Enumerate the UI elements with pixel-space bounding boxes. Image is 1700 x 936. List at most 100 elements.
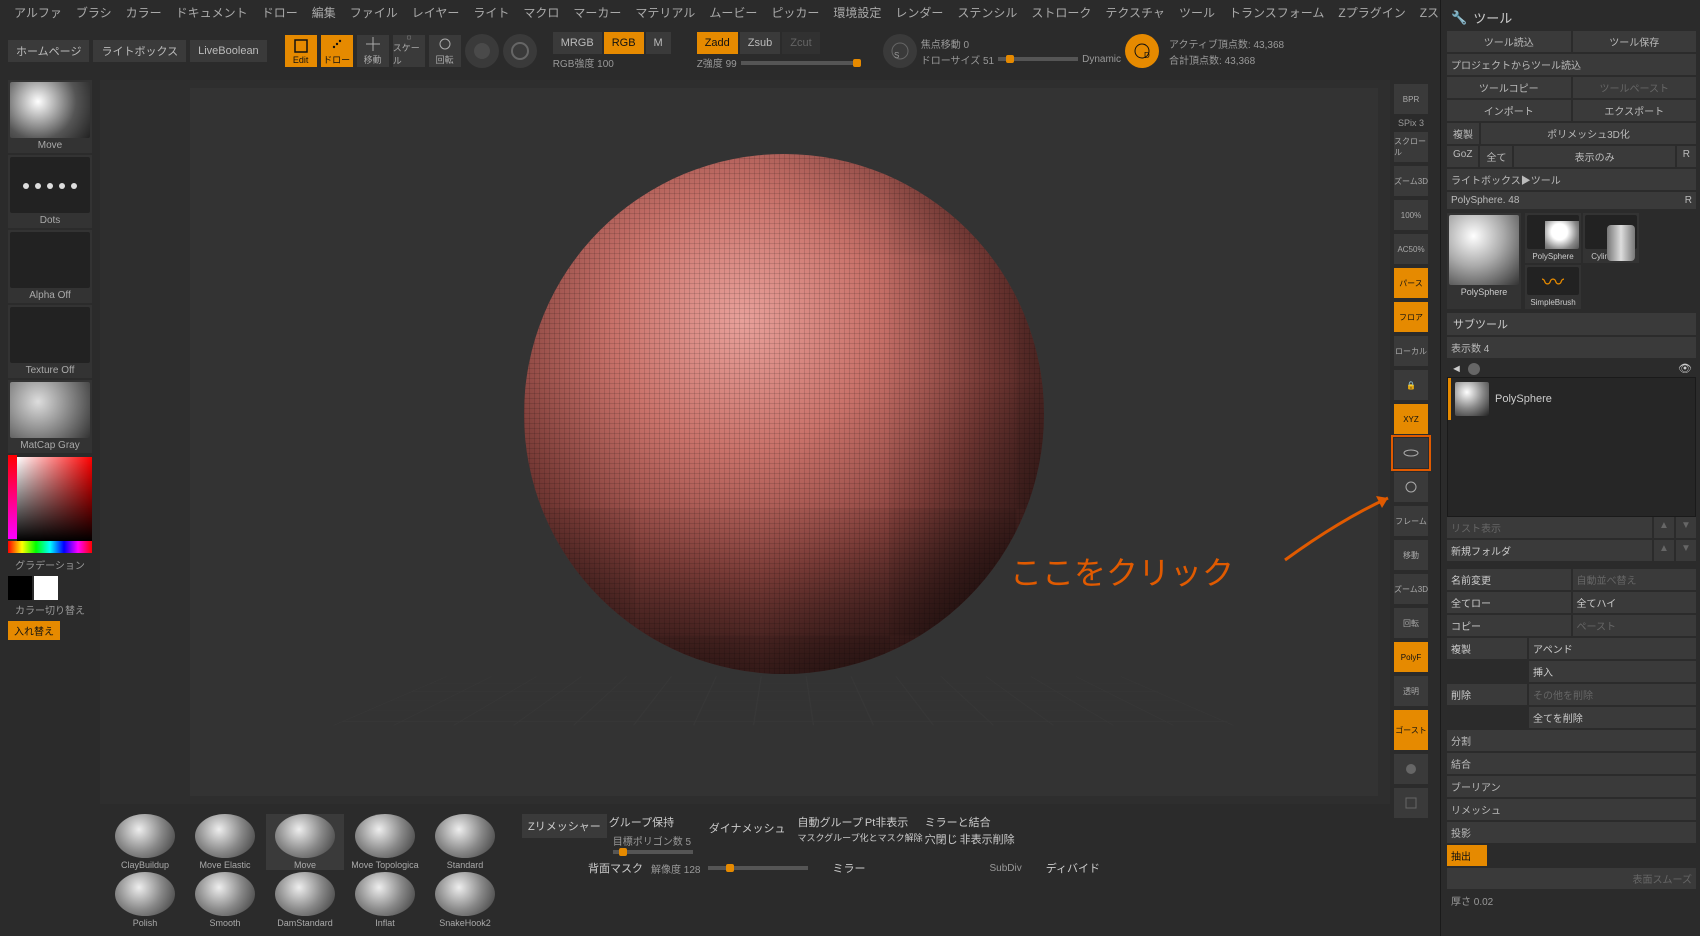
resolution-slider[interactable] [708, 866, 808, 870]
rotate-z-axis-button[interactable] [1394, 472, 1428, 502]
perspective-button[interactable]: パース [1394, 268, 1428, 298]
menu-brush[interactable]: ブラシ [70, 2, 118, 23]
menu-document[interactable]: ドキュメント [170, 2, 254, 23]
stroke-tile[interactable]: Dots [8, 155, 92, 228]
mirror-weld-button[interactable]: ミラーと結合 [925, 814, 1015, 830]
focal-value[interactable]: 0 [964, 40, 970, 51]
target-poly-slider[interactable] [613, 850, 693, 854]
viewport[interactable] [100, 80, 1390, 804]
visible-count-value[interactable]: 4 [1484, 344, 1490, 355]
scroll-button[interactable]: スクロール [1394, 132, 1428, 162]
target-poly-value[interactable]: 5 [686, 837, 692, 848]
tool-polysphere-small[interactable]: PolySphere [1525, 213, 1581, 263]
menu-light[interactable]: ライト [467, 2, 515, 23]
brush-move[interactable]: Move [266, 814, 344, 870]
rotate-y-axis-button[interactable] [1394, 438, 1428, 468]
brush-smooth[interactable]: Smooth [186, 872, 264, 928]
rgb-intensity-value[interactable]: 100 [597, 59, 614, 70]
paste-button[interactable]: ペースト [1573, 615, 1697, 636]
tool-polysphere-large[interactable]: PolySphere [1447, 213, 1521, 309]
delete-other-button[interactable]: その他を削除 [1529, 684, 1696, 705]
insert-button[interactable]: 挿入 [1529, 661, 1696, 682]
brush-move-topological[interactable]: Move Topologica [346, 814, 424, 870]
subtool-start-icon[interactable] [1468, 363, 1480, 375]
merge-section[interactable]: 結合 [1447, 753, 1696, 774]
bpr-button[interactable]: BPR [1394, 84, 1428, 114]
spix-label[interactable]: SPix 3 [1398, 118, 1424, 128]
mirror-button[interactable]: ミラー [832, 860, 865, 876]
actual-size-button[interactable]: 100% [1394, 200, 1428, 230]
move-3d-button[interactable]: 移動 [1394, 540, 1428, 570]
brush-claybuildup[interactable]: ClayBuildup [106, 814, 184, 870]
brush-tile[interactable]: Move [8, 80, 92, 153]
goz-r-button[interactable]: R [1677, 146, 1696, 167]
main-color[interactable] [8, 576, 32, 600]
import-button[interactable]: インポート [1447, 100, 1571, 121]
dynamic-label[interactable]: Dynamic [1082, 54, 1121, 65]
goz-visible-button[interactable]: 表示のみ [1514, 146, 1674, 167]
keep-groups-button[interactable]: グループ保持 [609, 814, 697, 830]
floor-button[interactable]: フロア [1394, 302, 1428, 332]
move-up-button[interactable]: ▲ [1654, 540, 1674, 561]
paste-tool-button[interactable]: ツールペースト [1573, 77, 1697, 98]
menu-macro[interactable]: マクロ [517, 2, 565, 23]
brush-standard[interactable]: Standard [426, 814, 504, 870]
alpha-tile[interactable]: Alpha Off [8, 230, 92, 303]
zintensity-slider[interactable] [741, 61, 861, 65]
extract-button[interactable]: 抽出 [1447, 845, 1487, 866]
color-picker[interactable] [8, 455, 92, 553]
polyframe-button[interactable]: PolyF [1394, 642, 1428, 672]
resolution-value[interactable]: 128 [684, 865, 701, 876]
goz-all-button[interactable]: 全て [1480, 146, 1512, 167]
transparent-button[interactable]: 透明 [1394, 676, 1428, 706]
zcut-button[interactable]: Zcut [782, 32, 819, 54]
zremesher-button[interactable]: Zリメッシャー [522, 814, 607, 838]
boolean-section[interactable]: ブーリアン [1447, 776, 1696, 797]
menu-draw[interactable]: ドロー [256, 2, 304, 23]
surface-smooth-label[interactable]: 表面スムーズ [1447, 868, 1696, 889]
scale-mode-button[interactable]: スケール [393, 35, 425, 67]
secondary-color[interactable] [34, 576, 58, 600]
tool-simplebrush[interactable]: 〰SimpleBrush [1525, 265, 1581, 309]
menu-stroke[interactable]: ストローク [1025, 2, 1097, 23]
auto-reorder-button[interactable]: 自動並べ替え [1573, 569, 1697, 590]
clone-button[interactable]: 複製 [1447, 123, 1479, 144]
project-section[interactable]: 投影 [1447, 822, 1696, 843]
delete-button[interactable]: 削除 [1447, 684, 1527, 705]
switch-color-button[interactable]: 入れ替え [8, 621, 60, 640]
goz-button[interactable]: GoZ [1447, 146, 1478, 167]
menu-layer[interactable]: レイヤー [406, 2, 466, 23]
zadd-button[interactable]: Zadd [697, 32, 738, 54]
lock-camera-button[interactable]: 🔒 [1394, 370, 1428, 400]
back-mask-button[interactable]: 背面マスク [588, 860, 643, 876]
mask-group-unmask-button[interactable]: マスクグループ化とマスク解除 [798, 831, 923, 844]
m-button[interactable]: M [646, 32, 671, 54]
load-from-project-button[interactable]: プロジェクトからツール読込 [1447, 54, 1696, 75]
half-size-button[interactable]: AC50% [1394, 234, 1428, 264]
zoom-3d-button[interactable]: ズーム3D [1394, 574, 1428, 604]
export-button[interactable]: エクスポート [1573, 100, 1697, 121]
new-folder-button[interactable]: 新規フォルダ [1447, 540, 1652, 561]
auto-groups-button[interactable]: 自動グループ [798, 814, 863, 830]
menu-picker[interactable]: ピッカー [765, 2, 825, 23]
home-button[interactable]: ホームページ [8, 40, 89, 62]
lightbox-tools-button[interactable]: ライトボックス▶ツール [1447, 169, 1696, 190]
rename-button[interactable]: 名前変更 [1447, 569, 1571, 590]
gradient-label[interactable]: グラデーション [8, 557, 92, 572]
zsub-button[interactable]: Zsub [740, 32, 780, 54]
save-tool-button[interactable]: ツール保存 [1573, 31, 1697, 52]
drawsize-value[interactable]: 51 [983, 56, 994, 67]
subdiv-label[interactable]: SubDiv [989, 863, 1021, 874]
subtool-item[interactable]: PolySphere [1448, 378, 1695, 420]
subtool-header[interactable]: サブツール [1447, 313, 1696, 335]
polysphere-mesh[interactable] [524, 154, 1044, 674]
ghost-button[interactable]: ゴースト [1394, 710, 1428, 750]
frame-button[interactable]: フレーム [1394, 506, 1428, 536]
menu-material[interactable]: マテリアル [629, 2, 701, 23]
list-up-button[interactable]: ▲ [1654, 517, 1674, 538]
arrow-left-icon[interactable]: ◄ [1451, 363, 1462, 375]
menu-file[interactable]: ファイル [344, 2, 404, 23]
menu-marker[interactable]: マーカー [567, 2, 627, 23]
subtool-list[interactable]: PolySphere [1447, 377, 1696, 517]
rotate-3d-button[interactable]: 回転 [1394, 608, 1428, 638]
